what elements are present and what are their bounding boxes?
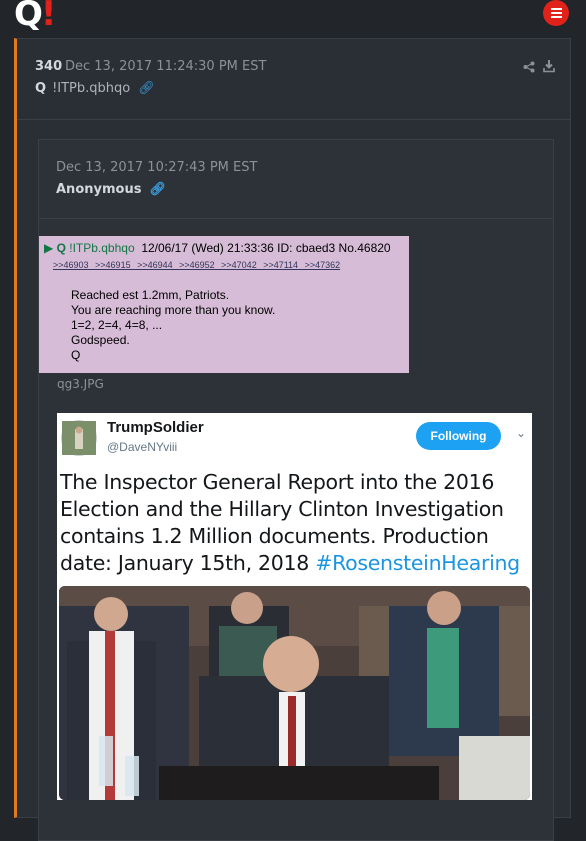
- quoted-post-author: Anonymous 🔗︎: [56, 182, 166, 197]
- avatar: [61, 420, 97, 456]
- quoted-post-date: Dec 13, 2017 10:27:43 PM EST: [56, 160, 258, 175]
- author-name: Q: [35, 81, 47, 96]
- tweet-hashtag: #RosensteinHearing: [315, 551, 520, 575]
- quoted-author-name: Anonymous: [56, 182, 142, 197]
- tweet-author-name: TrumpSoldier: [107, 419, 204, 436]
- post-author: Q !ITPb.qbhqo 🔗︎: [35, 81, 155, 96]
- chan-reply-links: >>46903 >>46915 >>46944 >>46952 >>47042 …: [53, 260, 341, 270]
- post-number: 340: [35, 59, 63, 74]
- tweet-photo: [59, 586, 530, 800]
- post-header: 340 Dec 13, 2017 11:24:30 PM EST Q !ITPb.…: [17, 39, 570, 120]
- following-button[interactable]: Following: [416, 422, 501, 450]
- link-icon[interactable]: 🔗︎: [138, 81, 155, 96]
- chan-screenshot-image[interactable]: ▶ Q !ITPb.qbhqo 12/06/17 (Wed) 21:33:36 …: [39, 236, 409, 373]
- download-icon[interactable]: [543, 59, 555, 73]
- link-icon[interactable]: 🔗︎: [149, 182, 166, 197]
- chevron-down-icon[interactable]: ⌄: [516, 426, 526, 440]
- menu-icon: [550, 12, 562, 14]
- site-logo[interactable]: Q!: [14, 0, 56, 34]
- chan-post-header: ▶ Q !ITPb.qbhqo 12/06/17 (Wed) 21:33:36 …: [44, 241, 391, 255]
- top-bar: Q!: [0, 0, 586, 36]
- tweet-author-handle: @DaveNYviii: [107, 440, 178, 454]
- author-tripcode: !ITPb.qbhqo: [52, 81, 131, 96]
- share-icon[interactable]: [523, 61, 535, 73]
- chan-post-body: Reached est 1.2mm, Patriots. You are rea…: [71, 288, 276, 362]
- quoted-post-header: Dec 13, 2017 10:27:43 PM EST Anonymous 🔗︎: [39, 140, 553, 219]
- post-date: Dec 13, 2017 11:24:30 PM EST: [65, 59, 267, 74]
- tweet-screenshot-image[interactable]: TrumpSoldier @DaveNYviii Following ⌄ The…: [57, 413, 532, 800]
- tweet-text: The Inspector General Report into the 20…: [60, 470, 520, 575]
- menu-button[interactable]: [543, 0, 569, 26]
- image-caption[interactable]: qg3.JPG: [57, 377, 104, 391]
